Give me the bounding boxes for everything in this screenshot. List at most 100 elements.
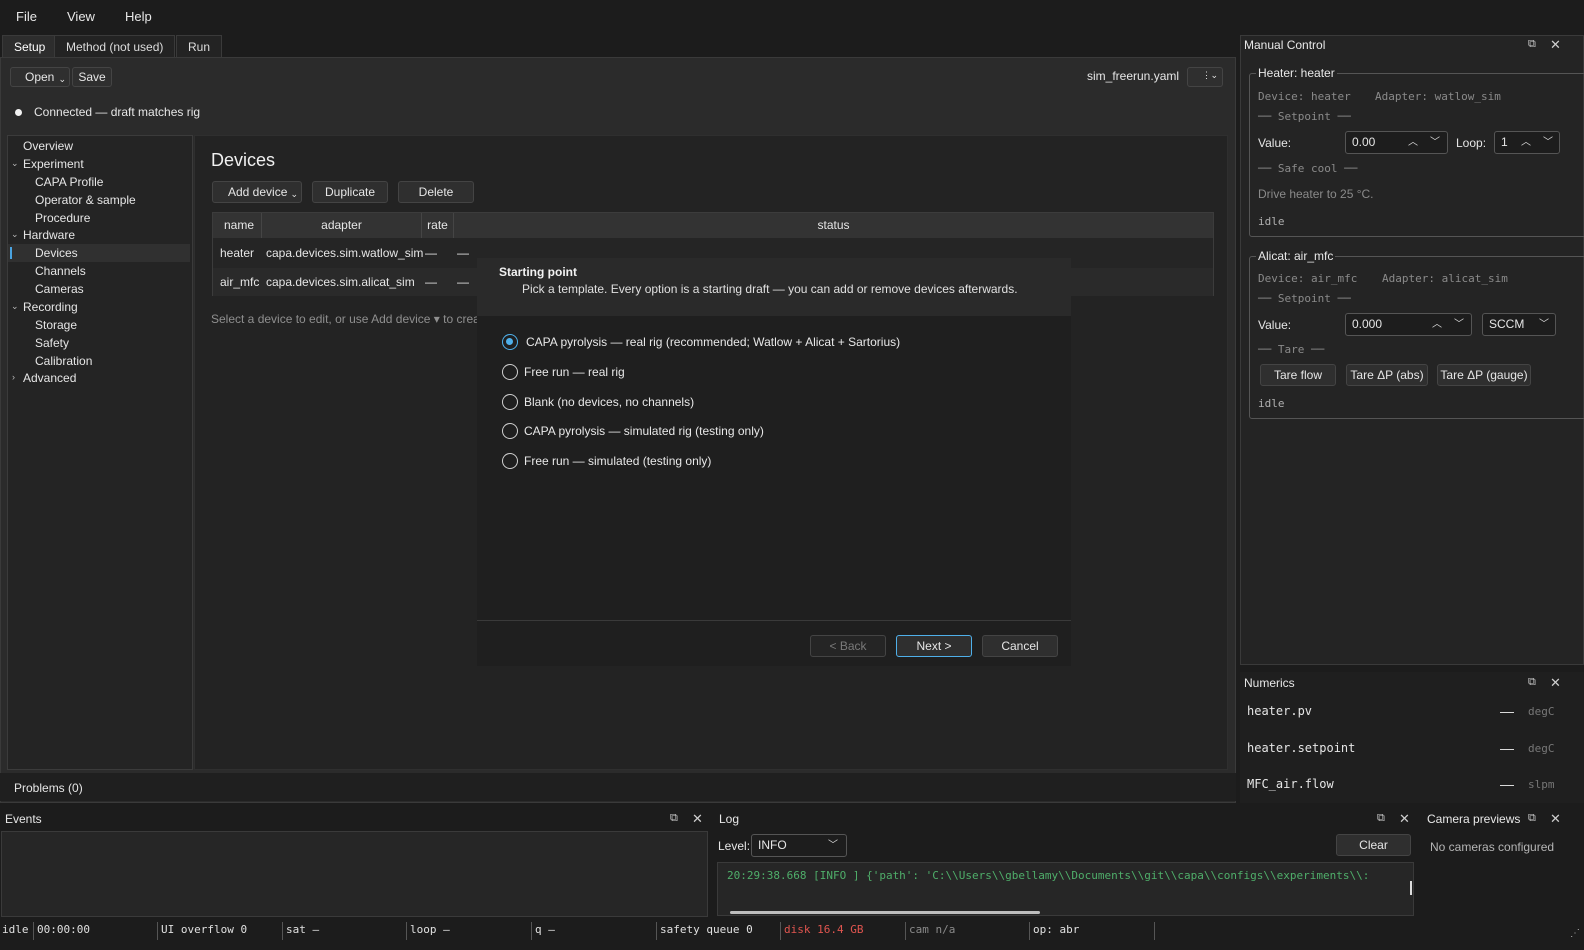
menu-view[interactable]: View [67, 9, 95, 24]
chevron-down-icon[interactable]: ﹀ [1454, 314, 1464, 335]
template-option[interactable]: Free run — real rig [502, 363, 1062, 383]
next-button[interactable]: Next > [896, 635, 972, 657]
alicat-setpoint-spinbox[interactable]: 0.000 ︿ ﹀ [1345, 313, 1472, 336]
column-header-rate[interactable]: rate [422, 213, 454, 238]
template-option-label: CAPA pyrolysis — simulated rig (testing … [524, 424, 764, 438]
tab-method[interactable]: Method (not used) [54, 35, 176, 58]
problems-bar[interactable]: Problems (0) [0, 773, 1236, 801]
row-rate: — [425, 246, 437, 260]
chevron-up-icon[interactable]: ︿ [1432, 314, 1442, 335]
heater-loop-spinbox[interactable]: 1 ︿ ﹀ [1494, 131, 1560, 154]
loop-label: Loop: [1456, 136, 1487, 150]
row-adapter: capa.devices.sim.alicat_sim [266, 275, 415, 289]
tree-item-storage[interactable]: Storage [8, 316, 190, 334]
add-device-label: Add device [228, 185, 288, 199]
template-option[interactable]: Free run — simulated (testing only) [502, 452, 1062, 472]
menu-help[interactable]: Help [125, 9, 152, 24]
tree-item-recording[interactable]: Recording [8, 298, 190, 316]
tree-item-experiment[interactable]: Experiment [8, 155, 190, 173]
float-icon[interactable]: ⧉ [1528, 676, 1536, 689]
numeric-name: MFC_air.flow [1247, 777, 1334, 791]
heater-device-label: Device: heater [1258, 90, 1351, 103]
events-title: Events [5, 812, 42, 826]
tab-setup[interactable]: Setup [2, 35, 58, 58]
heater-group-title: Heater: heater [1256, 66, 1337, 80]
close-icon[interactable]: ✕ [1399, 811, 1410, 827]
tab-run[interactable]: Run [176, 35, 223, 58]
float-icon[interactable]: ⧉ [1528, 812, 1536, 825]
log-title: Log [719, 812, 740, 826]
no-cameras-message: No cameras configured [1430, 840, 1555, 854]
radio-icon[interactable] [502, 423, 518, 439]
tare-header: ── Tare ── [1258, 343, 1325, 356]
template-option[interactable]: Blank (no devices, no channels) [502, 393, 1062, 413]
row-status: — [457, 246, 469, 260]
resize-grip-icon[interactable]: ⋰ [1570, 928, 1580, 939]
radio-selected-icon[interactable] [502, 334, 518, 350]
column-header-adapter[interactable]: adapter [262, 213, 422, 238]
close-icon[interactable]: ✕ [1550, 811, 1561, 827]
float-icon[interactable]: ⧉ [1528, 38, 1536, 51]
log-level-select[interactable]: INFO ﹀ [751, 834, 847, 857]
setup-tree: Overview ⌄ Experiment CAPA Profile Opera… [7, 135, 193, 770]
template-option[interactable]: CAPA pyrolysis — simulated rig (testing … [502, 422, 1062, 442]
numeric-unit: degC [1528, 705, 1555, 718]
chevron-up-icon[interactable]: ︿ [1408, 132, 1418, 153]
save-button[interactable]: Save [72, 67, 112, 87]
chevron-down-icon[interactable]: ﹀ [1430, 132, 1440, 153]
tree-item-operator-sample[interactable]: Operator & sample [8, 191, 190, 209]
clear-log-button[interactable]: Clear [1336, 834, 1411, 856]
radio-icon[interactable] [502, 453, 518, 469]
float-icon[interactable]: ⧉ [1377, 812, 1385, 825]
tree-item-procedure[interactable]: Procedure [8, 209, 190, 227]
tree-item-calibration[interactable]: Calibration [8, 352, 190, 370]
chevron-down-icon: ⌄ [1210, 70, 1218, 80]
log-view[interactable]: 20:29:38.668 [INFO ] {'path': 'C:\\Users… [717, 862, 1414, 916]
config-menu-button[interactable]: ⋮ ⌄ [1187, 67, 1223, 87]
config-file-label: sim_freerun.yaml [1087, 69, 1180, 83]
close-icon[interactable]: ✕ [1550, 675, 1561, 691]
tree-item-advanced[interactable]: Advanced [8, 369, 190, 387]
menu-file[interactable]: File [16, 9, 37, 24]
column-header-name[interactable]: name [213, 213, 262, 238]
radio-icon[interactable] [502, 364, 518, 380]
numeric-value: — [1500, 740, 1514, 756]
problems-label: Problems (0) [14, 781, 83, 795]
tree-item-safety[interactable]: Safety [8, 334, 190, 352]
float-icon[interactable]: ⧉ [670, 812, 678, 825]
delete-button[interactable]: Delete [398, 181, 474, 203]
chevron-up-icon[interactable]: ︿ [1521, 132, 1531, 153]
tree-item-capa-profile[interactable]: CAPA Profile [8, 173, 190, 191]
log-scrollbar[interactable] [730, 911, 1040, 914]
connection-status: Connected — draft matches rig [34, 105, 201, 119]
tree-item-hardware[interactable]: Hardware [8, 226, 190, 244]
close-icon[interactable]: ✕ [1550, 37, 1561, 53]
heater-setpoint-spinbox[interactable]: 0.00 ︿ ﹀ [1345, 131, 1448, 154]
log-line: 20:29:38.668 [INFO ] {'path': 'C:\\Users… [727, 869, 1370, 882]
close-icon[interactable]: ✕ [692, 811, 703, 827]
status-disk: disk 16.4 GB [780, 922, 863, 940]
column-header-status[interactable]: status [454, 213, 1213, 238]
back-button[interactable]: < Back [810, 635, 886, 657]
template-option[interactable]: CAPA pyrolysis — real rig (recommended; … [502, 333, 1062, 353]
tare-abs-button[interactable]: Tare ΔP (abs) [1346, 364, 1428, 386]
devices-hint: Select a device to edit, or use Add devi… [211, 312, 477, 326]
tree-item-cameras[interactable]: Cameras [8, 280, 190, 298]
alicat-unit-select[interactable]: SCCM ﹀ [1482, 313, 1556, 336]
numeric-name: heater.setpoint [1247, 741, 1356, 755]
tare-gauge-button[interactable]: Tare ΔP (gauge) [1437, 364, 1531, 386]
tree-item-devices[interactable]: Devices [8, 244, 190, 262]
open-button[interactable]: Open ⌄ [10, 67, 70, 87]
duplicate-button[interactable]: Duplicate [312, 181, 388, 203]
setpoint-header: ── Setpoint ── [1258, 292, 1351, 305]
radio-icon[interactable] [502, 394, 518, 410]
tare-flow-button[interactable]: Tare flow [1260, 364, 1336, 386]
tree-item-channels[interactable]: Channels [8, 262, 190, 280]
tree-item-overview[interactable]: Overview [8, 137, 190, 155]
events-list[interactable] [1, 831, 708, 917]
status-operator: op: abr [1029, 922, 1079, 940]
cancel-button[interactable]: Cancel [982, 635, 1058, 657]
chevron-down-icon[interactable]: ﹀ [1543, 132, 1553, 153]
add-device-button[interactable]: Add device ⌄ [212, 181, 302, 203]
open-label: Open [25, 70, 55, 84]
